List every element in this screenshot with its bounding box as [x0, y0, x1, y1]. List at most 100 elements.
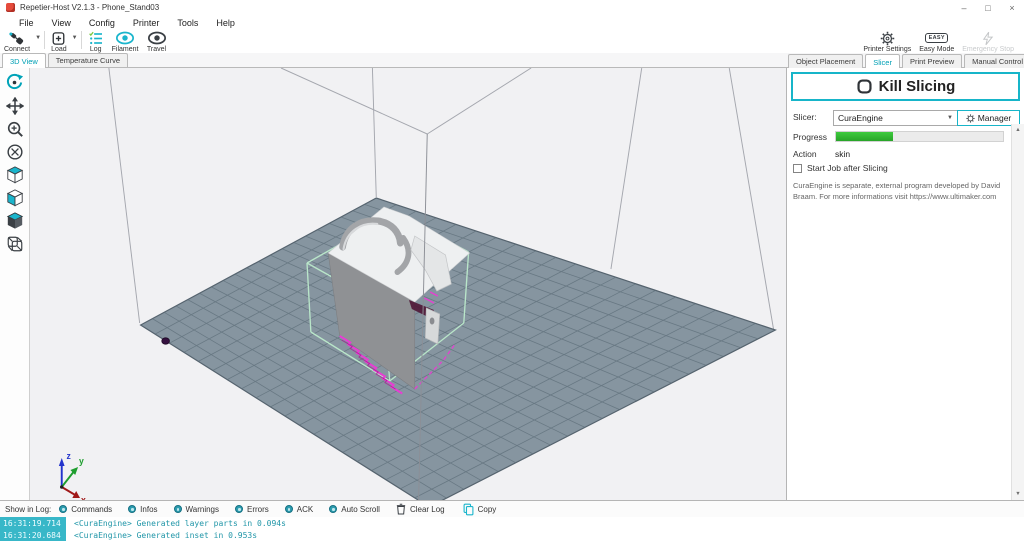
maximize-button[interactable]: □: [976, 0, 1000, 15]
emergency-stop-label: Emergency Stop: [962, 46, 1014, 53]
svg-text:y: y: [79, 456, 84, 466]
travel-toggle-button[interactable]: Travel: [143, 30, 171, 53]
log-timestamp: 16:31:19.714: [0, 517, 66, 529]
tab-print-preview[interactable]: Print Preview: [902, 54, 962, 68]
view-tool-strip: [0, 68, 30, 500]
tab-3d-view[interactable]: 3D View: [2, 53, 46, 68]
main-toolbar: Connect ▼ Load ▼ Log Filament: [0, 30, 1024, 53]
scroll-down-arrow[interactable]: ▼: [1012, 488, 1024, 500]
move-icon: [6, 97, 24, 115]
log-output[interactable]: 16:31:19.714 <CuraEngine> Generated laye…: [0, 517, 1024, 546]
minimize-button[interactable]: –: [952, 0, 976, 15]
connect-dropdown[interactable]: ▼: [34, 30, 42, 46]
log-icon: [88, 31, 104, 45]
log-row: 16:31:20.684 <CuraEngine> Generated inse…: [0, 529, 1024, 541]
menu-config[interactable]: Config: [80, 15, 124, 30]
log-toggle-errors[interactable]: Errors: [235, 505, 269, 514]
show-in-log-label: Show in Log:: [5, 505, 51, 514]
emergency-stop-button: Emergency Stop: [958, 30, 1018, 53]
manager-label: Manager: [978, 113, 1012, 123]
log-toggle-autoscroll[interactable]: Auto Scroll: [329, 505, 380, 514]
connect-label: Connect: [4, 46, 30, 53]
toggle-dot-icon: [285, 505, 293, 513]
easy-mode-button[interactable]: EASY Easy Mode: [915, 30, 958, 53]
slicer-select[interactable]: CuraEngine ▼: [833, 110, 958, 126]
scroll-up-arrow[interactable]: ▲: [1012, 124, 1024, 136]
log-toggle-warnings[interactable]: Warnings: [174, 505, 220, 514]
tab-row: 3D View Temperature Curve Object Placeme…: [0, 53, 1024, 68]
move-view-button[interactable]: [2, 94, 28, 117]
tab-manual-control[interactable]: Manual Control: [964, 54, 1024, 68]
start-job-checkbox[interactable]: [793, 164, 802, 173]
menu-tools[interactable]: Tools: [168, 15, 207, 30]
rotate-icon: [5, 73, 24, 92]
repetier-host-window: Repetier-Host V2.1.3 - Phone_Stand03 – □…: [0, 0, 1024, 546]
stop-icon: [856, 78, 873, 95]
titlebar: Repetier-Host V2.1.3 - Phone_Stand03 – □…: [0, 0, 1024, 15]
log-timestamp: 16:31:20.684: [0, 529, 66, 541]
tab-object-placement[interactable]: Object Placement: [788, 54, 863, 68]
action-value: skin: [835, 149, 850, 159]
slicer-label: Slicer:: [793, 112, 817, 122]
top-cube-icon: [6, 211, 24, 230]
tab-slicer[interactable]: Slicer: [865, 54, 900, 69]
progress-bar: [835, 131, 1004, 142]
start-job-label: Start Job after Slicing: [807, 163, 888, 173]
menu-view[interactable]: View: [43, 15, 80, 30]
connect-icon: [8, 31, 26, 45]
log-toolbar: Show in Log: Commands Infos Warnings Err…: [0, 500, 1024, 517]
log-message: <CuraEngine> Generated layer parts in 0.…: [66, 519, 286, 528]
copy-log-button[interactable]: Copy: [463, 503, 497, 516]
toggle-dot-icon: [174, 505, 182, 513]
stray-object-dot[interactable]: [162, 338, 170, 344]
log-toggle-ack[interactable]: ACK: [285, 505, 313, 514]
gear-icon: [880, 31, 895, 45]
menu-file[interactable]: File: [10, 15, 43, 30]
clear-log-button[interactable]: Clear Log: [396, 503, 445, 515]
load-button[interactable]: Load: [47, 30, 71, 53]
zoom-view-button[interactable]: [2, 117, 28, 140]
front-view-button[interactable]: [2, 186, 28, 209]
close-button[interactable]: ×: [1000, 0, 1024, 15]
center-view-button[interactable]: [2, 140, 28, 163]
menu-printer[interactable]: Printer: [124, 15, 169, 30]
load-icon: [51, 31, 66, 45]
top-view-button[interactable]: [2, 209, 28, 232]
log-toggle-button[interactable]: Log: [84, 30, 108, 53]
easy-mode-icon: EASY: [925, 33, 948, 43]
toolbar-separator: [81, 31, 82, 49]
kill-slicing-label: Kill Slicing: [879, 78, 956, 95]
gear-icon: [966, 114, 975, 123]
viewport-3d[interactable]: z y x: [30, 68, 786, 500]
iso-cube-icon: [6, 165, 24, 184]
magnifier-icon: [6, 120, 24, 138]
slicer-select-value: CuraEngine: [838, 113, 883, 123]
slicer-panel: Kill Slicing Slicer: CuraEngine ▼ Manage…: [786, 68, 1024, 500]
front-cube-icon: [6, 188, 24, 207]
toggle-dot-icon: [128, 505, 136, 513]
toolbar-separator: [44, 31, 45, 49]
slicer-description: CuraEngine is separate, external program…: [793, 181, 1001, 203]
filament-eye-icon: [115, 31, 135, 45]
isometric-view-button[interactable]: [2, 163, 28, 186]
connect-button[interactable]: Connect: [0, 30, 34, 53]
perspective-cube-icon: [6, 235, 24, 253]
toggle-dot-icon: [235, 505, 243, 513]
printer-settings-button[interactable]: Printer Settings: [859, 30, 915, 53]
panel-scrollbar[interactable]: ▲ ▼: [1011, 124, 1024, 500]
menu-help[interactable]: Help: [207, 15, 244, 30]
tab-temperature-curve[interactable]: Temperature Curve: [48, 53, 128, 67]
filament-toggle-button[interactable]: Filament: [108, 30, 143, 53]
rotate-view-button[interactable]: [2, 71, 28, 94]
load-dropdown[interactable]: ▼: [71, 30, 79, 46]
copy-icon: [463, 503, 474, 516]
easy-mode-label: Easy Mode: [919, 46, 954, 53]
trash-icon: [396, 503, 406, 515]
action-label: Action: [793, 149, 817, 159]
log-toggle-infos[interactable]: Infos: [128, 505, 157, 514]
kill-slicing-button[interactable]: Kill Slicing: [791, 72, 1020, 101]
perspective-toggle-button[interactable]: [2, 232, 28, 255]
log-toggle-commands[interactable]: Commands: [59, 505, 112, 514]
printer-settings-label: Printer Settings: [863, 46, 911, 53]
menubar: File View Config Printer Tools Help: [0, 15, 1024, 30]
